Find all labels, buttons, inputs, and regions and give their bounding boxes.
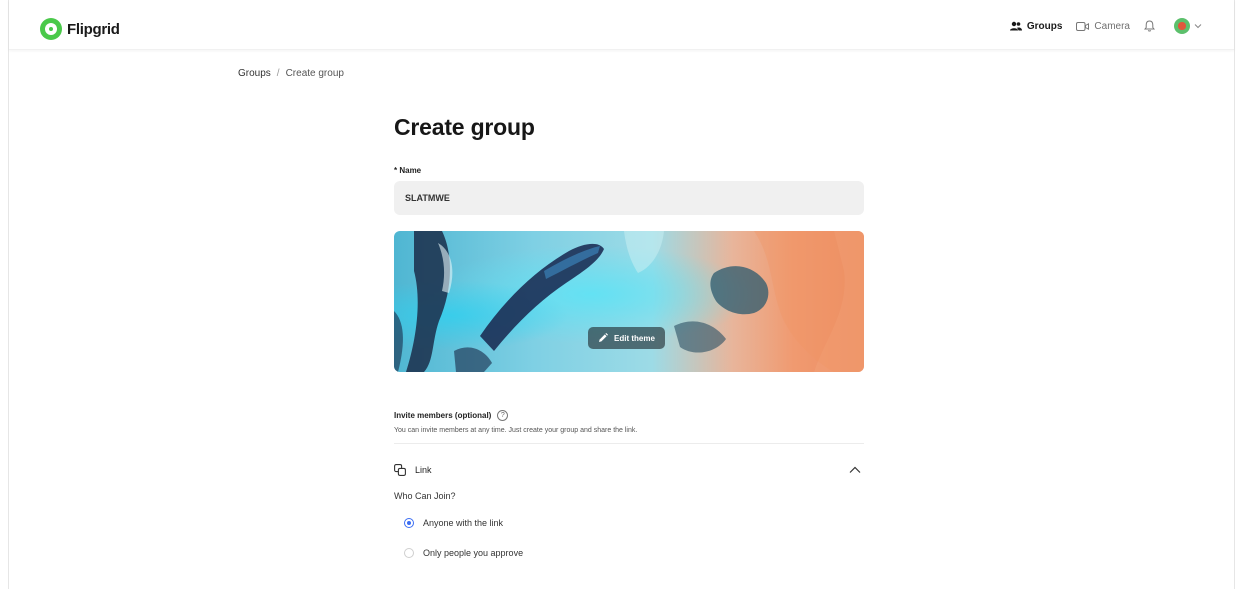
chevron-down-icon[interactable]	[1194, 23, 1202, 29]
notifications-button[interactable]	[1144, 20, 1160, 32]
groups-icon	[1009, 21, 1022, 31]
page-title: Create group	[394, 114, 535, 140]
radio-only-approved[interactable]: Only people you approve	[404, 548, 864, 558]
link-section-header[interactable]: Link	[394, 458, 864, 482]
who-can-join-label: Who Can Join?	[394, 491, 456, 501]
chevron-up-icon[interactable]	[849, 466, 861, 474]
frame-border-right	[1234, 0, 1235, 589]
frame-border-left	[8, 0, 9, 589]
nav-groups[interactable]: Groups	[1009, 20, 1063, 32]
group-theme-banner: Edit theme	[394, 231, 864, 372]
bell-icon	[1144, 20, 1155, 32]
radio-anyone-with-link[interactable]: Anyone with the link	[404, 518, 864, 528]
app-name: Flipgrid	[67, 20, 120, 38]
flipgrid-logo-icon	[40, 18, 62, 40]
name-label: * Name	[394, 166, 422, 175]
create-group-form: Create group * Name SLATMWE Edit theme I…	[394, 114, 864, 558]
radio-button-selected[interactable]	[404, 518, 414, 528]
help-icon[interactable]: ?	[497, 410, 509, 421]
breadcrumb: Groups / Create group	[238, 68, 344, 79]
link-label: Link	[415, 465, 432, 475]
invite-members-heading: Invite members (optional) ?	[394, 410, 864, 421]
camera-icon	[1076, 21, 1090, 31]
invite-members-title: Invite members (optional)	[394, 411, 492, 420]
divider	[394, 443, 864, 444]
link-section-label: Link	[394, 464, 432, 476]
nav-camera[interactable]: Camera	[1076, 21, 1130, 32]
top-bar: Flipgrid Groups Camera	[9, 0, 1234, 50]
radio-approved-label: Only people you approve	[423, 548, 524, 558]
breadcrumb-current: Create group	[285, 68, 344, 79]
edit-theme-button[interactable]: Edit theme	[588, 327, 665, 349]
name-input[interactable]: SLATMWE	[394, 181, 864, 215]
nav-groups-label: Groups	[1026, 20, 1063, 32]
invite-members-description: You can invite members at any time. Just…	[394, 427, 638, 434]
flipgrid-logo[interactable]: Flipgrid	[40, 18, 120, 40]
avatar[interactable]	[1174, 18, 1190, 34]
breadcrumb-separator: /	[276, 68, 280, 79]
theme-image	[394, 231, 864, 372]
link-icon	[394, 464, 406, 476]
breadcrumb-groups[interactable]: Groups	[238, 68, 271, 79]
top-nav: Groups Camera	[996, 18, 1202, 34]
edit-theme-label: Edit theme	[614, 333, 655, 343]
radio-anyone-label: Anyone with the link	[423, 518, 504, 528]
radio-button-unselected[interactable]	[404, 548, 414, 558]
pencil-icon	[599, 333, 608, 342]
nav-camera-label: Camera	[1094, 20, 1130, 32]
